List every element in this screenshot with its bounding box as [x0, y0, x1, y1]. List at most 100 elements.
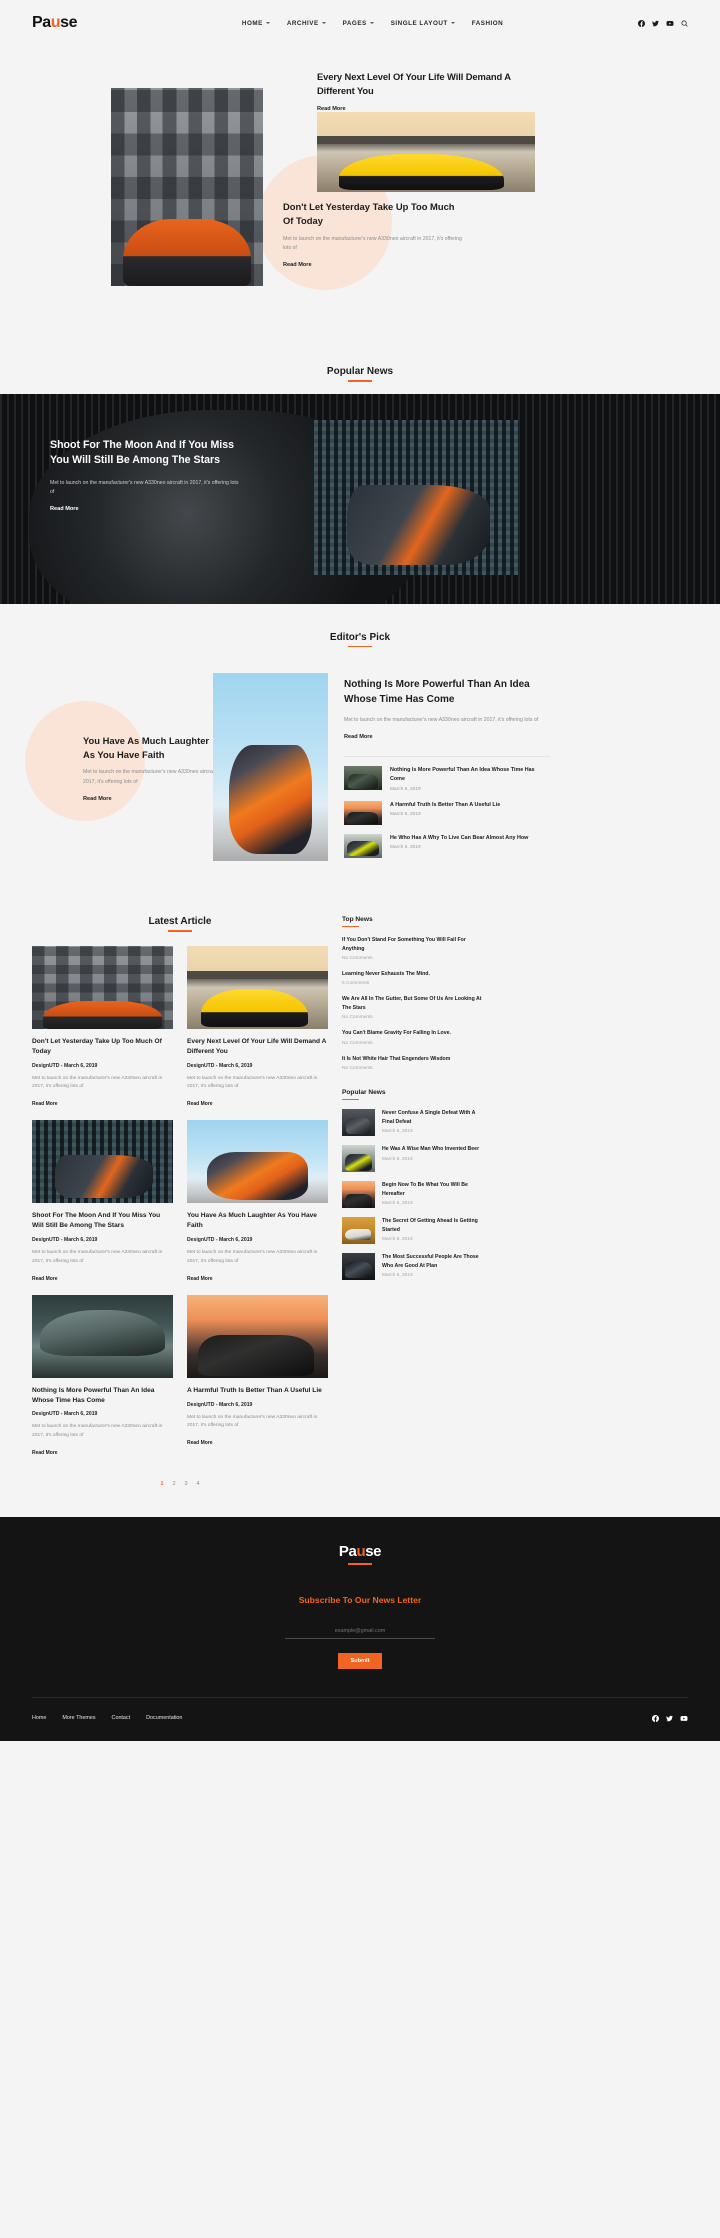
- facebook-icon[interactable]: [637, 19, 645, 27]
- sidebar-top-news-heading-text: Top News: [342, 916, 373, 924]
- article-card-read-more[interactable]: Read More: [187, 1440, 213, 1446]
- hero-section: Every Next Level Of Your Life Will Deman…: [0, 46, 720, 360]
- sidebar-item-title: It Is Not White Hair That Engenders Wisd…: [342, 1055, 451, 1062]
- chevron-down-icon: [369, 22, 374, 24]
- sidebar-item-title: We Are All In The Gutter, But Some Of Us…: [342, 996, 482, 1011]
- site-logo[interactable]: Pause: [32, 14, 78, 32]
- article-card-image: [187, 1120, 328, 1204]
- article-card-meta: DesignUTD - March 6, 2019: [187, 1401, 253, 1408]
- sidebar-popular-thumbnail: [342, 1253, 375, 1281]
- footer-link-home[interactable]: Home: [32, 1715, 46, 1721]
- hero-image-orange-car[interactable]: [111, 88, 263, 286]
- sidebar-top-news-item[interactable]: It Is Not White Hair That Engenders Wisd…: [342, 1055, 488, 1071]
- article-card[interactable]: You Have As Much Laughter As You Have Fa…: [187, 1120, 328, 1284]
- banner-title: Shoot For The Moon And If You Miss You W…: [50, 438, 234, 466]
- hero-bottom-read-more[interactable]: Read More: [283, 262, 312, 268]
- email-input[interactable]: [285, 1623, 435, 1639]
- pagination-page-2[interactable]: 2: [173, 1481, 176, 1487]
- pagination-page-1[interactable]: 1: [161, 1481, 164, 1487]
- nav-item-archive[interactable]: ARCHIVE: [287, 20, 326, 27]
- logo-pre: Pa: [32, 14, 51, 31]
- list-item-title: He Who Has A Why To Live Can Bear Almost…: [390, 834, 529, 841]
- search-icon[interactable]: [681, 20, 688, 27]
- article-card-read-more[interactable]: Read More: [187, 1101, 213, 1107]
- editors-left-text: You Have As Much Laughter As You Have Fa…: [83, 734, 223, 804]
- article-card[interactable]: Shoot For The Moon And If You Miss You W…: [32, 1120, 173, 1284]
- banner-image-motorcycle[interactable]: [314, 419, 519, 575]
- sidebar-popular-thumbnail: [342, 1181, 375, 1209]
- submit-button[interactable]: Submit: [337, 1652, 383, 1669]
- editors-left-title: You Have As Much Laughter As You Have Fa…: [83, 735, 210, 760]
- subscribe-heading: Subscribe To Our News Letter: [298, 1594, 422, 1605]
- footer-link-documentation[interactable]: Documentation: [146, 1715, 182, 1721]
- sidebar-popular-item[interactable]: Begin Now To Be What You Will Be Hereaft…: [342, 1181, 488, 1209]
- article-card-grid: Don't Let Yesterday Take Up Too Much Of …: [32, 945, 328, 1459]
- article-card[interactable]: Don't Let Yesterday Take Up Too Much Of …: [32, 945, 173, 1110]
- article-card-read-more[interactable]: Read More: [32, 1276, 58, 1282]
- facebook-icon[interactable]: [652, 1709, 659, 1727]
- editors-main-read-more[interactable]: Read More: [344, 734, 373, 740]
- footer-link-more-themes[interactable]: More Themes: [62, 1715, 95, 1721]
- sidebar-popular-title: The Secret Of Getting Ahead Is Getting S…: [382, 1218, 478, 1233]
- site-header: Pause HOME ARCHIVE PAGES SINGLE LAYOUT F…: [0, 0, 720, 46]
- sidebar-popular-item[interactable]: The Most Successful People Are Those Who…: [342, 1253, 488, 1281]
- article-card-read-more[interactable]: Read More: [187, 1276, 213, 1282]
- sidebar-popular-date: March 6, 2019: [382, 1156, 413, 1162]
- sidebar-popular-news-heading-text: Popular News: [342, 1089, 386, 1097]
- twitter-icon[interactable]: [666, 1709, 673, 1727]
- nav-item-home[interactable]: HOME: [242, 20, 270, 27]
- youtube-icon[interactable]: [680, 1709, 688, 1727]
- article-card[interactable]: Every Next Level Of Your Life Will Deman…: [187, 945, 328, 1110]
- footer-logo[interactable]: Pause: [0, 1543, 720, 1560]
- article-card[interactable]: A Harmful Truth Is Better Than A Useful …: [187, 1294, 328, 1459]
- footer-logo-pre: Pa: [338, 1543, 357, 1561]
- article-card[interactable]: Nothing Is More Powerful Than An Idea Wh…: [32, 1294, 173, 1459]
- editors-pick-heading: Editor's Pick: [0, 626, 720, 648]
- banner-read-more[interactable]: Read More: [50, 506, 79, 512]
- footer-link-contact[interactable]: Contact: [112, 1715, 131, 1721]
- sidebar-top-news-item[interactable]: You Can't Blame Gravity For Falling In L…: [342, 1029, 488, 1045]
- sidebar-item-comments: No Comments: [342, 1040, 373, 1046]
- list-item-date: March 6, 2019: [390, 786, 421, 792]
- hero-top-title: Every Next Level Of Your Life Will Deman…: [317, 71, 511, 96]
- popular-news-banner: Shoot For The Moon And If You Miss You W…: [0, 393, 720, 604]
- list-item[interactable]: A Harmful Truth Is Better Than A Useful …: [344, 800, 550, 825]
- logo-accent: u: [50, 14, 61, 31]
- article-card-excerpt: Met to launch on the manufacturer's new …: [187, 1075, 318, 1090]
- twitter-icon[interactable]: [652, 20, 659, 27]
- list-item[interactable]: Nothing Is More Powerful Than An Idea Wh…: [344, 766, 550, 792]
- sidebar-popular-date: March 6, 2019: [382, 1272, 413, 1278]
- list-item[interactable]: He Who Has A Why To Live Can Bear Almost…: [344, 833, 550, 858]
- pagination-page-4[interactable]: 4: [197, 1481, 200, 1487]
- nav-item-fashion[interactable]: FASHION: [472, 20, 504, 27]
- footer-social-icons: [652, 1709, 688, 1727]
- sidebar-top-news-item[interactable]: We Are All In The Gutter, But Some Of Us…: [342, 995, 488, 1020]
- chevron-down-icon: [265, 22, 270, 24]
- article-card-read-more[interactable]: Read More: [32, 1450, 58, 1456]
- header-icons: [637, 19, 688, 27]
- hero-image-yellow-car[interactable]: [317, 112, 535, 192]
- article-card-read-more[interactable]: Read More: [32, 1101, 58, 1107]
- editors-feature-image[interactable]: [213, 673, 328, 862]
- youtube-icon[interactable]: [666, 20, 674, 27]
- article-card-excerpt: Met to launch on the manufacturer's new …: [32, 1424, 163, 1439]
- sidebar-popular-item[interactable]: He Was A Wise Man Who Invented Beer Marc…: [342, 1145, 488, 1173]
- sidebar-top-news-item[interactable]: If You Don't Stand For Something You Wil…: [342, 936, 488, 961]
- list-item-thumbnail: [344, 833, 382, 858]
- latest-article-heading-text: Latest Article: [148, 916, 212, 928]
- sidebar-top-news-item[interactable]: Learning Never Exhausts The Mind. 5 Comm…: [342, 970, 488, 986]
- editors-left-read-more[interactable]: Read More: [83, 796, 112, 802]
- article-card-image: [187, 1294, 328, 1378]
- nav-item-pages[interactable]: PAGES: [343, 20, 374, 27]
- pagination-page-3[interactable]: 3: [185, 1481, 188, 1487]
- sidebar-popular-title: Never Confuse A Single Defeat With A Fin…: [382, 1110, 476, 1125]
- nav-item-single-layout[interactable]: SINGLE LAYOUT: [391, 20, 455, 27]
- sidebar-popular-title: Begin Now To Be What You Will Be Hereaft…: [382, 1182, 468, 1197]
- sidebar-popular-date: March 6, 2019: [382, 1200, 413, 1206]
- sidebar-popular-item[interactable]: Never Confuse A Single Defeat With A Fin…: [342, 1109, 488, 1137]
- list-item-thumbnail: [344, 766, 382, 791]
- sidebar-popular-item[interactable]: The Secret Of Getting Ahead Is Getting S…: [342, 1217, 488, 1245]
- article-card-image: [32, 1294, 173, 1378]
- sidebar-popular-title: He Was A Wise Man Who Invented Beer: [382, 1146, 480, 1153]
- list-item-title: A Harmful Truth Is Better Than A Useful …: [390, 801, 501, 808]
